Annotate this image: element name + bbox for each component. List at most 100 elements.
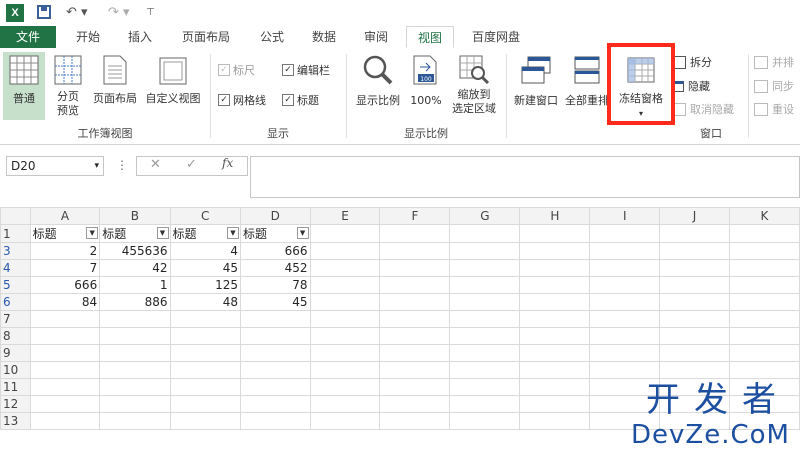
cell[interactable] (29, 395, 101, 413)
gridlines-checkbox[interactable]: ✓ 网格线 (218, 92, 266, 110)
cell[interactable] (169, 395, 241, 413)
tab-home[interactable]: 开始 (66, 26, 110, 48)
split-button[interactable]: 拆分 (672, 54, 712, 72)
row-header[interactable]: 9 (0, 344, 31, 362)
formula-bar-options-icon[interactable]: ⋮ (116, 158, 128, 172)
cell[interactable] (728, 327, 800, 345)
cell[interactable] (29, 344, 101, 362)
cell[interactable] (309, 395, 381, 413)
cell[interactable] (728, 310, 800, 328)
header-cell[interactable]: 标题 ▼ (99, 224, 171, 243)
cell[interactable] (29, 327, 101, 345)
cell[interactable] (449, 310, 521, 328)
column-header[interactable]: E (309, 207, 381, 225)
cell[interactable] (240, 361, 311, 379)
cell[interactable] (29, 412, 101, 430)
row-header[interactable]: 4 (0, 259, 31, 277)
tab-insert[interactable]: 插入 (118, 26, 162, 48)
cell[interactable] (589, 276, 661, 294)
cell[interactable] (309, 378, 381, 396)
cell[interactable] (309, 293, 381, 311)
header-cell[interactable]: 标题 ▼ (29, 224, 101, 243)
cell[interactable]: 455636 (99, 242, 171, 260)
cell[interactable] (99, 310, 171, 328)
cell[interactable] (29, 361, 101, 379)
cell[interactable] (728, 259, 800, 277)
cell[interactable]: 7 (29, 259, 101, 277)
cell[interactable] (379, 293, 451, 311)
header-cell[interactable]: 标题 ▼ (169, 224, 241, 243)
sync-scroll-button[interactable]: 同步 (754, 78, 794, 96)
cell[interactable] (659, 259, 730, 277)
custom-views-button[interactable]: 自定义视图 (142, 52, 204, 120)
column-header[interactable]: I (589, 207, 661, 225)
cell[interactable] (169, 327, 241, 345)
cell[interactable] (728, 242, 800, 260)
row-header[interactable]: 7 (0, 310, 31, 328)
zoom-to-selection-button[interactable]: 缩放到 选定区域 (446, 52, 502, 124)
cell[interactable] (659, 310, 730, 328)
cell[interactable]: 78 (240, 276, 311, 294)
cell[interactable] (379, 378, 451, 396)
column-header[interactable]: F (379, 207, 451, 225)
cell[interactable] (519, 310, 591, 328)
cell[interactable] (449, 293, 521, 311)
normal-view-button[interactable]: 普通 (3, 52, 45, 120)
save-icon[interactable] (37, 5, 51, 19)
cell[interactable] (519, 276, 591, 294)
cell[interactable] (309, 327, 381, 345)
cell[interactable] (240, 344, 311, 362)
cancel-icon[interactable]: ✕ (150, 157, 161, 172)
view-side-by-side-button[interactable]: 并排 (754, 54, 794, 72)
cell[interactable] (659, 293, 730, 311)
cell[interactable] (728, 344, 800, 362)
redo-icon[interactable]: ↷ ▾ (108, 3, 130, 23)
headings-checkbox[interactable]: ✓ 标题 (282, 92, 319, 110)
cell[interactable] (240, 378, 311, 396)
cell[interactable] (659, 224, 730, 243)
cell[interactable] (379, 242, 451, 260)
cell[interactable] (659, 242, 730, 260)
undo-icon[interactable]: ↶ ▾ (66, 3, 88, 23)
row-header[interactable]: 11 (0, 378, 31, 396)
header-cell[interactable]: 标题 ▼ (240, 224, 311, 243)
cell[interactable] (99, 395, 171, 413)
cell[interactable] (379, 224, 451, 243)
cell[interactable] (169, 361, 241, 379)
row-header[interactable]: 3 (0, 242, 31, 260)
cell[interactable] (309, 310, 381, 328)
cell[interactable]: 125 (169, 276, 241, 294)
page-break-preview-button[interactable]: 分页 预览 (48, 52, 88, 120)
cell[interactable] (169, 344, 241, 362)
cell[interactable] (309, 224, 381, 243)
cell[interactable]: 452 (240, 259, 311, 277)
unhide-button[interactable]: 取消隐藏 (672, 101, 734, 119)
tab-page-layout[interactable]: 页面布局 (172, 26, 240, 48)
column-header[interactable]: K (728, 207, 800, 225)
cell[interactable] (449, 378, 521, 396)
cell[interactable] (379, 344, 451, 362)
cell[interactable] (309, 344, 381, 362)
tab-file[interactable]: 文件 (0, 26, 56, 48)
cell[interactable]: 666 (29, 276, 101, 294)
cell[interactable]: 2 (29, 242, 101, 260)
tab-formulas[interactable]: 公式 (250, 26, 294, 48)
cell[interactable] (169, 310, 241, 328)
cell[interactable] (379, 259, 451, 277)
column-header[interactable]: B (99, 207, 171, 225)
zoom-button[interactable]: 显示比例 (352, 52, 404, 120)
cell[interactable] (449, 412, 521, 430)
ruler-checkbox[interactable]: ✓ 标尺 (218, 62, 255, 80)
cell[interactable] (99, 344, 171, 362)
cell[interactable] (449, 327, 521, 345)
cell[interactable] (519, 412, 591, 430)
column-header[interactable]: D (240, 207, 311, 225)
formula-bar-checkbox[interactable]: ✓ 编辑栏 (282, 62, 330, 80)
column-header[interactable]: G (449, 207, 521, 225)
cell[interactable] (29, 310, 101, 328)
cell[interactable] (309, 242, 381, 260)
cell[interactable] (589, 344, 661, 362)
row-header[interactable]: 1 (0, 224, 31, 243)
cell[interactable] (449, 276, 521, 294)
cell[interactable] (589, 361, 661, 379)
